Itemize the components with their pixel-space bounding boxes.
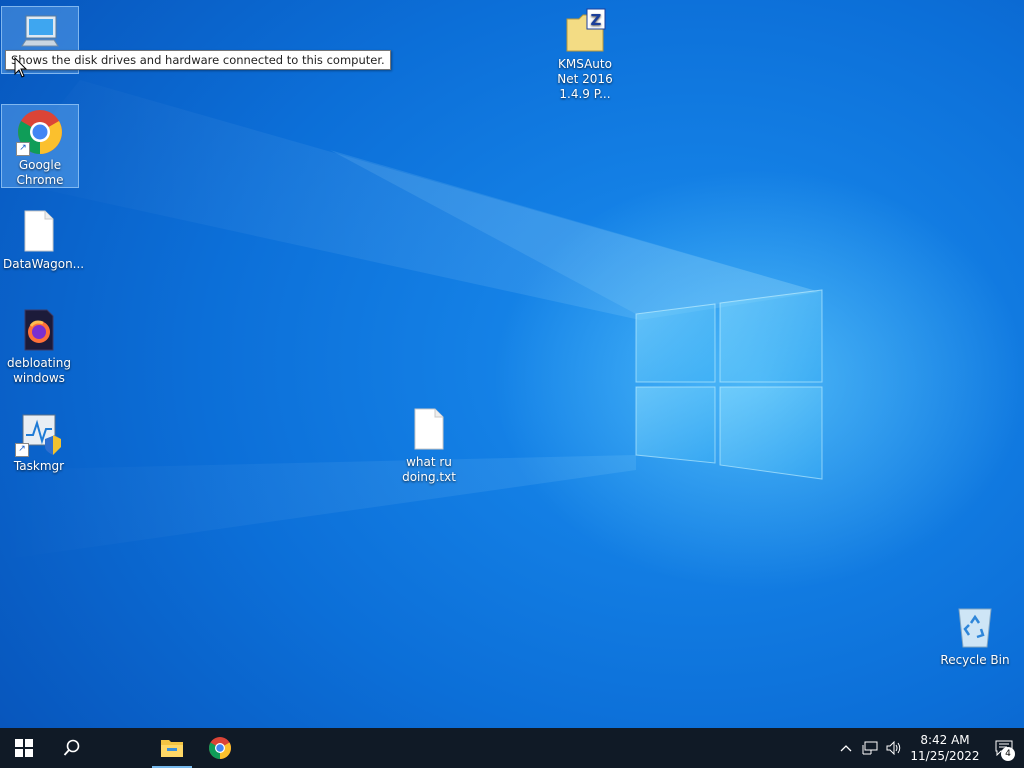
zip-folder-icon: Z: [561, 7, 609, 55]
kmsauto-archive-icon[interactable]: Z KMSAuto Net 2016 1.4.9 P...: [547, 4, 623, 105]
file-explorer-icon: [161, 740, 183, 757]
icon-label: debloating windows: [7, 356, 71, 385]
task-manager-icon: ↗: [15, 409, 63, 457]
chrome-logo-icon: ↗: [16, 108, 64, 156]
shortcut-arrow-icon: ↗: [16, 142, 30, 156]
google-chrome-icon[interactable]: ↗ Google Chrome: [1, 104, 79, 188]
blank-file-icon: [405, 405, 453, 453]
taskbar-file-explorer[interactable]: [148, 728, 196, 768]
icon-label: Taskmgr: [13, 459, 65, 473]
chevron-up-icon: [840, 745, 852, 752]
network-icon: [862, 741, 878, 755]
trash-bin-icon: [951, 603, 999, 651]
svg-text:Z: Z: [591, 11, 602, 29]
clock-date: 11/25/2022: [910, 749, 980, 763]
shortcut-arrow-icon: ↗: [15, 443, 29, 457]
clock-time: 8:42 AM: [920, 733, 970, 747]
chrome-icon: [209, 737, 231, 759]
debloating-windows-icon[interactable]: debloating windows: [1, 303, 77, 389]
datawagon-file-icon[interactable]: DataWagon...: [1, 204, 85, 275]
tooltip: Shows the disk drives and hardware conne…: [5, 50, 391, 70]
icon-label: what ru doing.txt: [402, 455, 456, 484]
volume-icon: [886, 741, 901, 755]
taskbar-chrome[interactable]: [196, 728, 244, 768]
icon-label: KMSAuto Net 2016 1.4.9 P...: [557, 57, 613, 101]
notification-count-badge: 4: [1001, 747, 1015, 761]
wallpaper-light-beams: [0, 80, 823, 560]
desktop[interactable]: ↗ Google Chrome DataWagon... debloating …: [0, 0, 1024, 728]
start-button[interactable]: [0, 728, 48, 768]
taskmgr-icon[interactable]: ↗ Taskmgr: [1, 406, 77, 477]
windows-logo-icon: [15, 739, 33, 757]
blank-file-icon: [15, 207, 63, 255]
taskbar: 8:42 AM 11/25/2022 4: [0, 728, 1024, 768]
recycle-bin-icon[interactable]: Recycle Bin: [937, 600, 1013, 671]
system-tray: 8:42 AM 11/25/2022 4: [834, 728, 1024, 768]
search-button[interactable]: [48, 728, 96, 768]
volume-button[interactable]: [882, 728, 906, 768]
clock-button[interactable]: 8:42 AM 11/25/2022: [906, 732, 984, 764]
icon-label: Google Chrome: [16, 158, 64, 187]
network-button[interactable]: [858, 728, 882, 768]
show-hidden-icons-button[interactable]: [834, 728, 858, 768]
mouse-cursor-icon: [14, 57, 28, 78]
action-center-button[interactable]: 4: [984, 728, 1024, 768]
text-file-icon[interactable]: what ru doing.txt: [391, 402, 467, 488]
firefox-document-icon: [15, 306, 63, 354]
icon-label: Recycle Bin: [940, 653, 1010, 667]
search-icon: [63, 739, 80, 756]
icon-label: DataWagon...: [3, 257, 85, 271]
